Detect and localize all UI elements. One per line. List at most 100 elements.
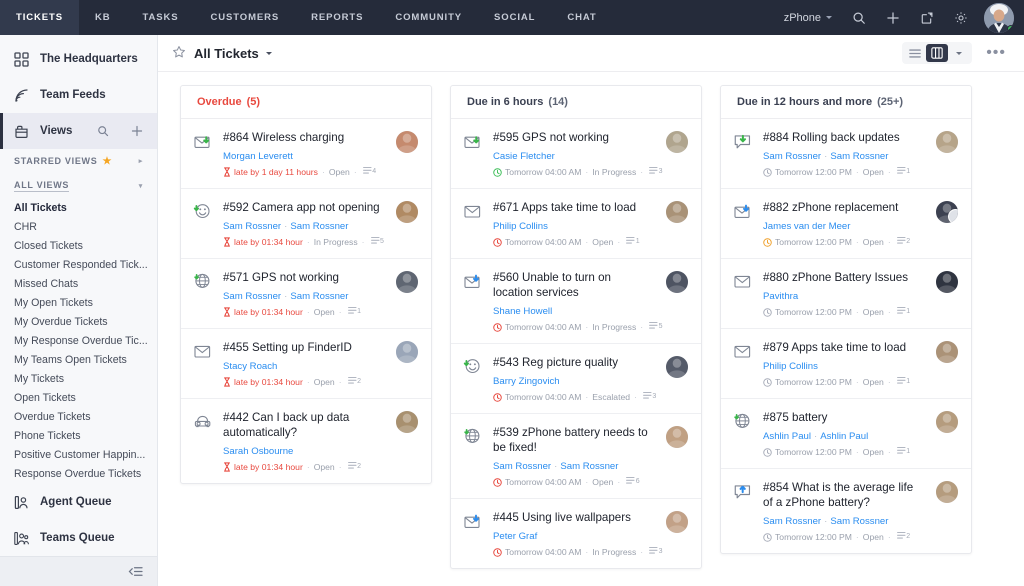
ticket-card[interactable]: #455 Setting up FinderID Stacy Roach late …	[181, 329, 431, 399]
sidebar-item-agent-queue[interactable]: Agent Queue	[0, 484, 157, 520]
ticket-card[interactable]: #884 Rolling back updates Sam Rossner · Sam…	[721, 119, 971, 189]
ticket-assignee-avatar[interactable]	[666, 426, 688, 448]
view-list-item[interactable]: Phone Tickets	[0, 426, 157, 445]
ticket-assignee-avatar[interactable]	[666, 511, 688, 533]
ticket-title[interactable]: #880 zPhone Battery Issues	[763, 270, 923, 285]
ticket-card[interactable]: #671 Apps take time to load Philip Collin…	[451, 189, 701, 259]
ticket-person-link[interactable]: Casie Fletcher	[493, 151, 555, 162]
product-selector[interactable]: zPhone	[774, 12, 842, 24]
ticket-assignee-avatar[interactable]	[936, 131, 958, 153]
ticket-person-link[interactable]: Philip Collins	[763, 361, 818, 372]
ticket-person-link[interactable]: Sam Rossner	[493, 461, 551, 472]
board-view-icon[interactable]	[926, 44, 949, 62]
ticket-person-link[interactable]: Morgan Leverett	[223, 151, 293, 162]
nav-tab-customers[interactable]: CUSTOMERS	[194, 0, 295, 35]
more-options-button[interactable]: •••	[986, 45, 1006, 61]
ticket-title[interactable]: #854 What is the average life of a zPhon…	[763, 480, 923, 510]
ticket-person-link[interactable]: Ashlin Paul	[763, 431, 811, 442]
view-list-item[interactable]: Response Overdue Tickets	[0, 464, 157, 480]
collapse-sidebar-button[interactable]	[0, 556, 157, 586]
all-views-header[interactable]: ALL VIEWS ▾	[0, 174, 157, 199]
ticket-title[interactable]: #560 Unable to turn on location services	[493, 270, 653, 300]
view-list-item[interactable]: Positive Customer Happin...	[0, 445, 157, 464]
ticket-person-link[interactable]: Sam Rossner	[763, 516, 821, 527]
ticket-person-link[interactable]: James van der Meer	[763, 221, 850, 232]
ticket-title[interactable]: #445 Using live wallpapers	[493, 510, 653, 525]
ticket-assignee-avatar[interactable]	[396, 131, 418, 153]
ticket-person-link[interactable]: Shane Howell	[493, 306, 552, 317]
ticket-title[interactable]: #442 Can I back up data automatically?	[223, 410, 383, 440]
ticket-card[interactable]: #539 zPhone battery needs to be fixed! Sa…	[451, 414, 701, 499]
ticket-assignee-avatar[interactable]	[396, 201, 418, 223]
ticket-title[interactable]: #543 Reg picture quality	[493, 355, 653, 370]
ticket-assignee-avatar[interactable]	[936, 201, 958, 223]
view-list-item[interactable]: Missed Chats	[0, 274, 157, 293]
ticket-assignee-avatar[interactable]	[936, 411, 958, 433]
ticket-card[interactable]: #571 GPS not working Sam Rossner · Sam Ross…	[181, 259, 431, 329]
ticket-card[interactable]: #864 Wireless charging Morgan Leverett lat…	[181, 119, 431, 189]
plus-icon[interactable]	[876, 0, 910, 35]
ticket-title[interactable]: #592 Camera app not opening	[223, 200, 383, 215]
nav-tab-tasks[interactable]: TASKS	[126, 0, 194, 35]
ticket-assignee-avatar[interactable]	[936, 481, 958, 503]
ticket-card[interactable]: #875 battery Ashlin Paul · Ashlin Paul Tomor…	[721, 399, 971, 469]
ticket-title[interactable]: #882 zPhone replacement	[763, 200, 923, 215]
ticket-person-link[interactable]: Sam Rossner	[560, 461, 618, 472]
ticket-person-link[interactable]: Philip Collins	[493, 221, 548, 232]
ticket-person-link[interactable]: Sam Rossner	[290, 291, 348, 302]
view-list-item[interactable]: My Open Tickets	[0, 293, 157, 312]
ticket-card[interactable]: #445 Using live wallpapers Peter Graf Tomo…	[451, 499, 701, 568]
search-icon[interactable]	[842, 0, 876, 35]
ticket-assignee-avatar[interactable]	[396, 341, 418, 363]
ticket-person-link[interactable]: Stacy Roach	[223, 361, 277, 372]
ticket-title[interactable]: #671 Apps take time to load	[493, 200, 653, 215]
ticket-assignee-avatar[interactable]	[936, 271, 958, 293]
page-title[interactable]: All Tickets	[194, 46, 259, 61]
view-list-item[interactable]: My Teams Open Tickets	[0, 350, 157, 369]
ticket-card[interactable]: #442 Can I back up data automatically? Sa…	[181, 399, 431, 483]
nav-tab-tickets[interactable]: TICKETS	[0, 0, 79, 35]
ticket-assignee-avatar[interactable]	[666, 356, 688, 378]
ticket-card[interactable]: #560 Unable to turn on location services…	[451, 259, 701, 344]
ticket-title[interactable]: #571 GPS not working	[223, 270, 383, 285]
search-icon[interactable]	[97, 125, 109, 137]
ticket-person-link[interactable]: Ashlin Paul	[820, 431, 868, 442]
view-list-item[interactable]: Open Tickets	[0, 388, 157, 407]
ticket-person-link[interactable]: Sam Rossner	[290, 221, 348, 232]
sidebar-item-team-feeds[interactable]: Team Feeds	[0, 77, 157, 113]
ticket-person-link[interactable]: Sam Rossner	[763, 151, 821, 162]
ticket-person-link[interactable]: Peter Graf	[493, 531, 537, 542]
nav-tab-social[interactable]: SOCIAL	[478, 0, 551, 35]
ticket-assignee-avatar[interactable]	[396, 271, 418, 293]
ticket-card[interactable]: #854 What is the average life of a zPhon…	[721, 469, 971, 553]
ticket-person-link[interactable]: Sarah Osbourne	[223, 446, 293, 457]
ticket-person-link[interactable]: Sam Rossner	[830, 516, 888, 527]
nav-tab-reports[interactable]: REPORTS	[295, 0, 379, 35]
star-outline-icon[interactable]	[172, 45, 186, 62]
gear-icon[interactable]	[944, 0, 978, 35]
ticket-title[interactable]: #539 zPhone battery needs to be fixed!	[493, 425, 653, 455]
list-view-icon[interactable]	[904, 44, 926, 62]
sidebar-item-the-headquarters[interactable]: The Headquarters	[0, 41, 157, 77]
view-list-item[interactable]: My Response Overdue Tic...	[0, 331, 157, 350]
nav-tab-chat[interactable]: CHAT	[551, 0, 612, 35]
ticket-title[interactable]: #879 Apps take time to load	[763, 340, 923, 355]
ticket-title[interactable]: #864 Wireless charging	[223, 130, 383, 145]
launch-icon[interactable]	[910, 0, 944, 35]
ticket-card[interactable]: #880 zPhone Battery Issues Pavithra Tomorr…	[721, 259, 971, 329]
view-list-item[interactable]: My Tickets	[0, 369, 157, 388]
ticket-assignee-avatar[interactable]	[666, 131, 688, 153]
ticket-person-link[interactable]: Pavithra	[763, 291, 798, 302]
plus-icon[interactable]	[131, 125, 143, 137]
view-list-item[interactable]: My Overdue Tickets	[0, 312, 157, 331]
ticket-person-link[interactable]: Barry Zingovich	[493, 376, 560, 387]
ticket-person-link[interactable]: Sam Rossner	[830, 151, 888, 162]
ticket-person-link[interactable]: Sam Rossner	[223, 221, 281, 232]
sidebar-item-teams-queue[interactable]: Teams Queue	[0, 520, 157, 556]
ticket-title[interactable]: #595 GPS not working	[493, 130, 653, 145]
nav-tab-kb[interactable]: KB	[79, 0, 127, 35]
ticket-card[interactable]: #882 zPhone replacement James van der Mee…	[721, 189, 971, 259]
ticket-card[interactable]: #592 Camera app not opening Sam Rossner · S…	[181, 189, 431, 259]
nav-tab-community[interactable]: COMMUNITY	[379, 0, 478, 35]
ticket-title[interactable]: #884 Rolling back updates	[763, 130, 923, 145]
